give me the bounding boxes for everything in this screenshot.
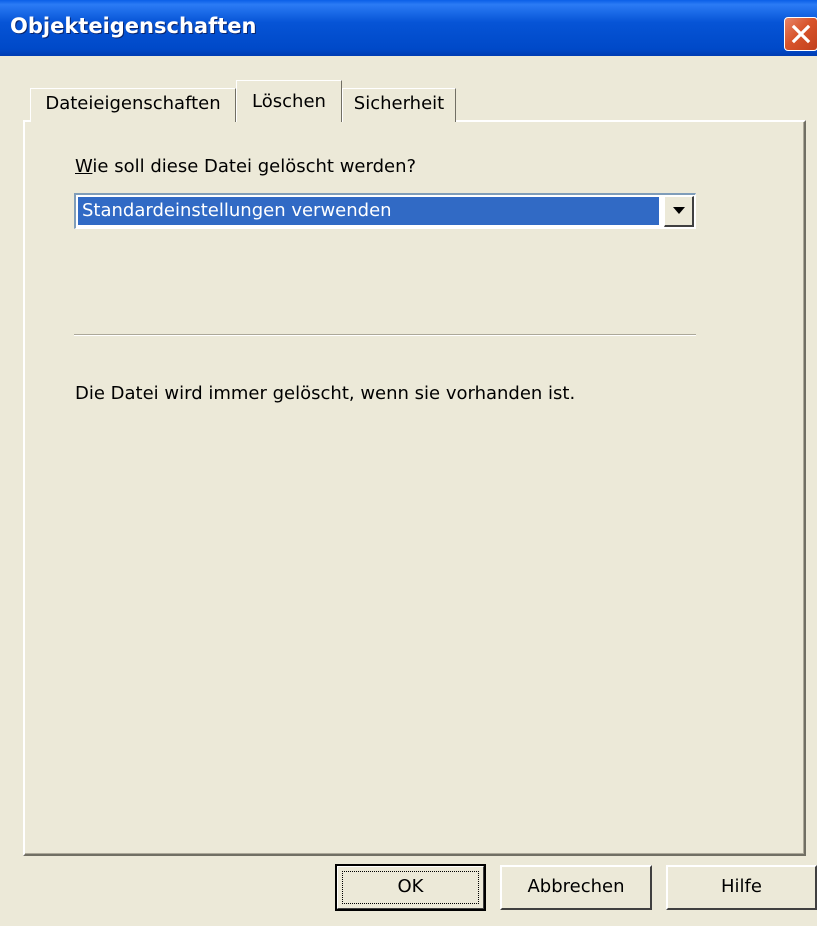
cancel-button[interactable]: Abbrechen	[500, 865, 652, 910]
title-bar[interactable]: Objekteigenschaften	[0, 0, 817, 56]
tab-security[interactable]: Sicherheit	[342, 88, 456, 122]
delete-mode-dropdown[interactable]: Standardeinstellungen verwenden	[74, 193, 696, 229]
close-icon	[791, 24, 811, 44]
tab-label: Sicherheit	[353, 93, 445, 114]
dropdown-button[interactable]	[664, 196, 694, 227]
tab-delete[interactable]: Löschen	[236, 80, 342, 122]
help-button[interactable]: Hilfe	[666, 865, 817, 910]
dropdown-selected-value: Standardeinstellungen verwenden	[77, 196, 660, 226]
separator-line	[74, 334, 696, 336]
help-label: Hilfe	[721, 876, 762, 897]
tab-file-properties[interactable]: Dateieigenschaften	[30, 88, 236, 122]
close-button[interactable]	[784, 17, 817, 51]
chevron-down-icon	[673, 207, 685, 214]
cancel-label: Abbrechen	[527, 876, 625, 897]
focus-rect	[342, 871, 479, 904]
question-text: ie soll diese Datei gelöscht werden?	[92, 156, 417, 177]
tab-label: Dateieigenschaften	[45, 93, 221, 114]
tab-panel	[23, 120, 806, 856]
mnemonic-letter: W	[75, 156, 93, 177]
window-title: Objekteigenschaften	[10, 14, 257, 38]
properties-dialog: Objekteigenschaften Dateieigenschaften L…	[0, 0, 817, 926]
ok-button[interactable]: OK	[335, 864, 486, 911]
delete-question-label: Wie soll diese Datei gelöscht werden?	[75, 156, 416, 177]
delete-info-text: Die Datei wird immer gelöscht, wenn sie …	[75, 383, 576, 404]
tab-label: Löschen	[252, 91, 326, 112]
